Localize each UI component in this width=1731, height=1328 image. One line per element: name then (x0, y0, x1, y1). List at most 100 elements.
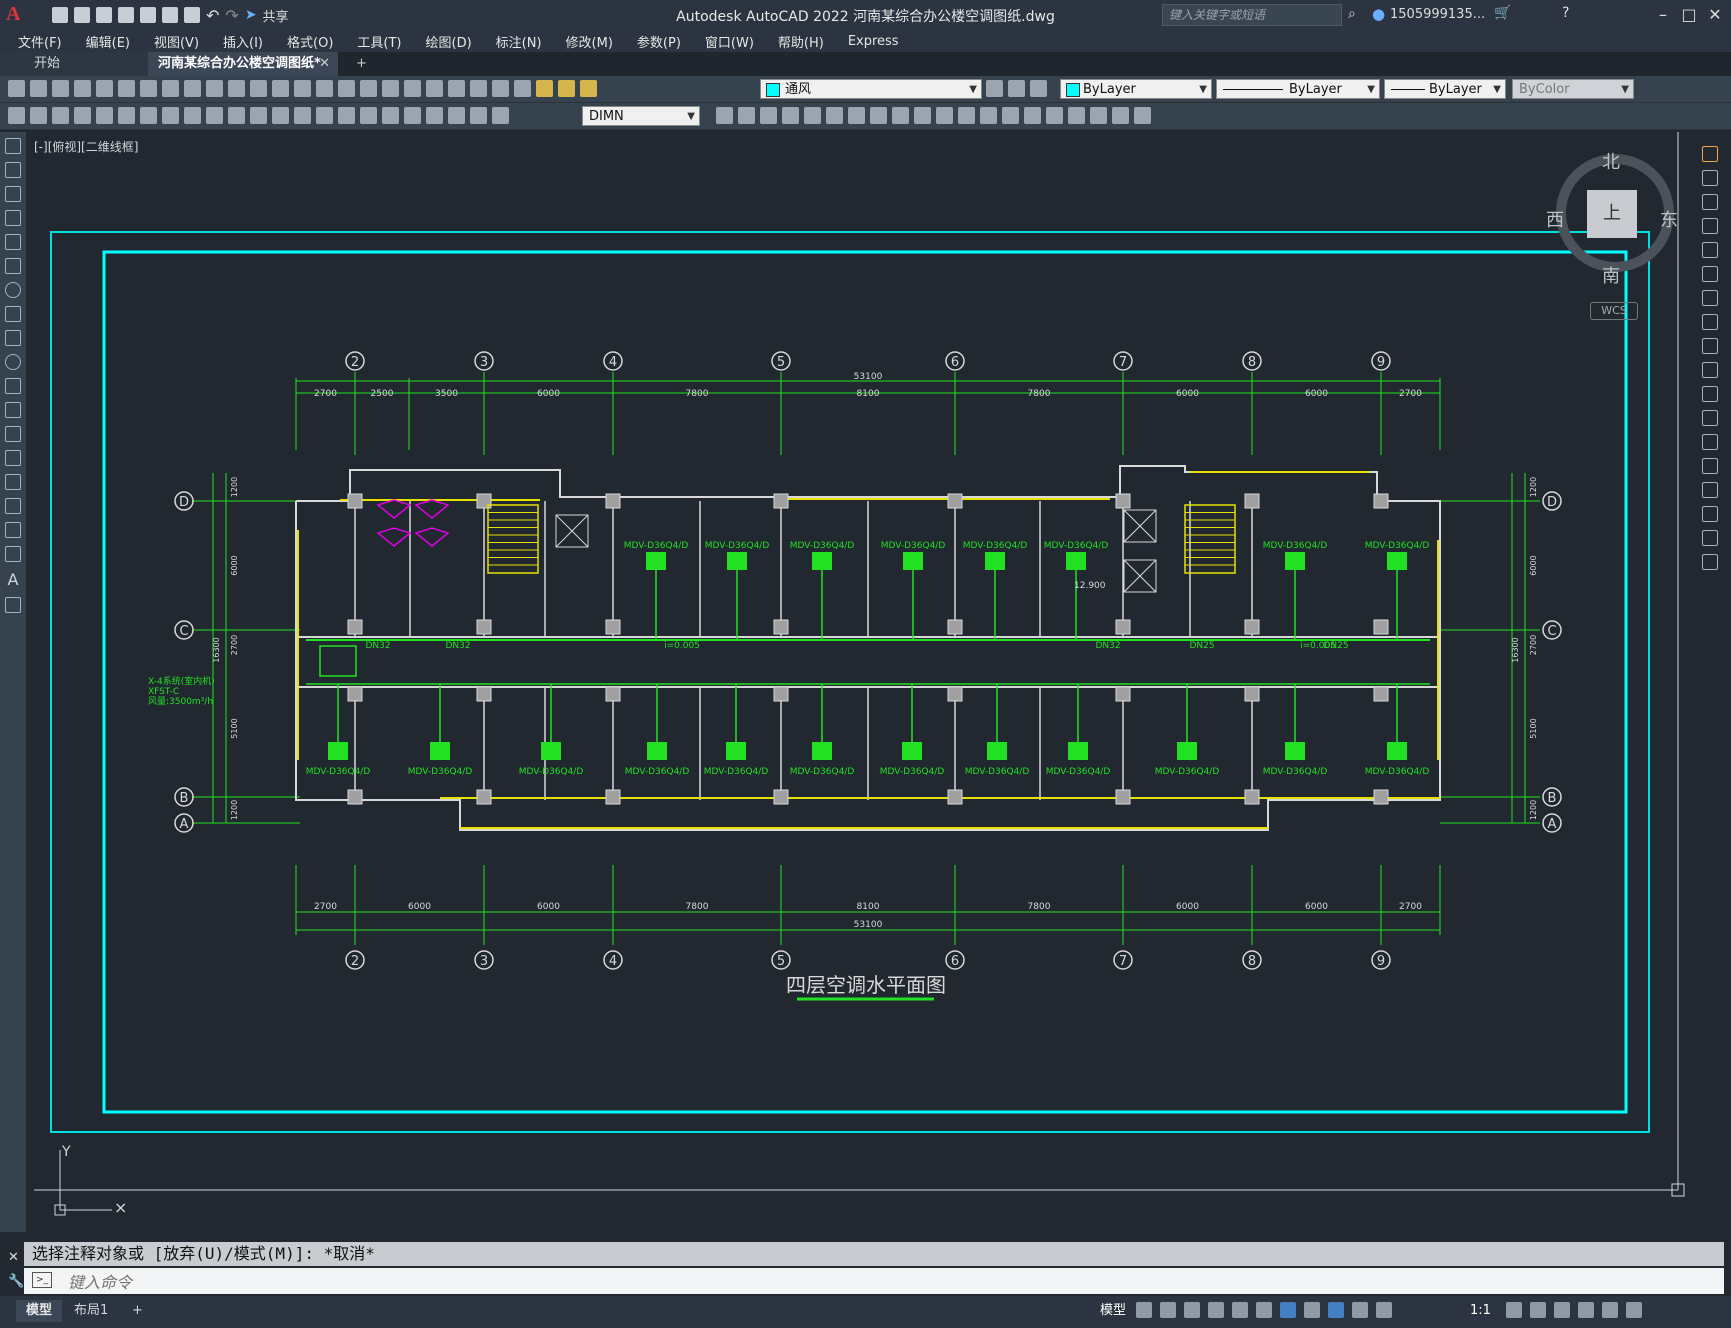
command-input[interactable] (66, 1270, 1670, 1294)
erase-icon[interactable] (1702, 146, 1718, 162)
fan-coil-unit (812, 552, 832, 570)
column (476, 619, 492, 635)
unit-label-bottom: MDV-D36Q4/D (306, 767, 371, 777)
dim-text-top: 6000 (537, 389, 560, 399)
dim-text-side-left: 2700 (230, 635, 239, 655)
chamfer-icon[interactable] (1702, 482, 1718, 498)
annotation-scale[interactable]: 1:1 (1460, 1300, 1501, 1322)
compass-south[interactable]: 南 (1602, 262, 1620, 288)
pipe-label: i=0.005 (664, 641, 700, 651)
compass-north[interactable]: 北 (1602, 148, 1620, 174)
dim-text-top: 2500 (371, 389, 394, 399)
axis-label-top: 8 (1248, 355, 1256, 370)
column (1373, 619, 1389, 635)
fan-note: X-4系统(室内机) (148, 675, 215, 687)
fan-coil-unit (1285, 742, 1305, 760)
fan-coil-unit (646, 552, 666, 570)
axis-label-left: C (179, 624, 188, 639)
fan-coil-unit (985, 552, 1005, 570)
column (1244, 619, 1260, 635)
dim-text-bottom: 2700 (1399, 902, 1422, 912)
ucs-x-label: × (114, 1198, 127, 1217)
object-snap-tracking-icon[interactable] (1256, 1302, 1272, 1318)
extend-icon[interactable] (1702, 386, 1718, 402)
wcs-menu-button[interactable]: WCS (1590, 302, 1638, 320)
selection-cycling-icon[interactable] (1352, 1302, 1368, 1318)
dim-text-bottom: 7800 (1028, 902, 1051, 912)
fan-coil-unit (541, 742, 561, 760)
unit-label-bottom: MDV-D36Q4/D (704, 767, 769, 777)
column (947, 686, 963, 702)
move-icon[interactable] (1702, 266, 1718, 282)
fan-coil-unit (1387, 742, 1407, 760)
dim-text-top: 7800 (686, 389, 709, 399)
stair (487, 504, 539, 574)
column (773, 789, 789, 805)
ortho-icon[interactable] (1184, 1302, 1200, 1318)
rotate-icon[interactable] (1702, 290, 1718, 306)
trim-icon[interactable] (1702, 362, 1718, 378)
compass-east[interactable]: 东 (1660, 206, 1678, 232)
transparency-icon[interactable] (1328, 1302, 1344, 1318)
drawing-title: 四层空调水平面图 (786, 973, 946, 997)
copy-icon[interactable] (1702, 170, 1718, 186)
grid-icon[interactable] (1136, 1302, 1152, 1318)
axis-label-bottom: 6 (951, 954, 959, 969)
break-icon[interactable] (1702, 434, 1718, 450)
close-command-icon[interactable]: ✕ (8, 1250, 19, 1265)
lineweight-icon[interactable] (1304, 1302, 1320, 1318)
clean-screen-icon[interactable] (1602, 1302, 1618, 1318)
unit-label-bottom: MDV-D36Q4/D (965, 767, 1030, 777)
elevation-mark: 12.900 (1074, 581, 1106, 591)
column (773, 686, 789, 702)
stair (1184, 504, 1236, 574)
status-bar: 模型 布局1 + 模型 1:1 (0, 1296, 1731, 1328)
mirror-icon[interactable] (1702, 194, 1718, 210)
break-at-point-icon[interactable] (1702, 410, 1718, 426)
isolate-icon[interactable] (1554, 1302, 1570, 1318)
compass-west[interactable]: 西 (1546, 206, 1564, 232)
column (1244, 493, 1260, 509)
customize-command-icon[interactable]: 🔧 (8, 1274, 24, 1289)
gear-icon[interactable] (1506, 1302, 1522, 1318)
unit-label-top: MDV-D36Q4/D (790, 541, 855, 551)
column (476, 789, 492, 805)
viewcube-top-face[interactable]: 上 (1587, 190, 1637, 238)
explode-icon[interactable] (1702, 554, 1718, 570)
offset-icon[interactable] (1702, 218, 1718, 234)
column (1373, 493, 1389, 509)
stretch-icon[interactable] (1702, 338, 1718, 354)
plus-icon[interactable] (1530, 1302, 1546, 1318)
tab-layout1[interactable]: 布局1 (64, 1300, 118, 1322)
add-layout-button[interactable]: + (122, 1300, 153, 1322)
column (947, 619, 963, 635)
unit-label-bottom: MDV-D36Q4/D (880, 767, 945, 777)
snap-icon[interactable] (1160, 1302, 1176, 1318)
polar-icon[interactable] (1208, 1302, 1224, 1318)
tab-model[interactable]: 模型 (16, 1300, 63, 1322)
model-space-button[interactable]: 模型 (1090, 1300, 1136, 1322)
unit-label-bottom: MDV-D36Q4/D (625, 767, 690, 777)
column (1373, 686, 1389, 702)
drawing-svg: Y × 2 2 3 3 4 4 5 5 6 6 7 7 8 8 9 9 53100 2700 2500 3500 600… (34, 132, 1685, 1217)
fillet-icon[interactable] (1702, 506, 1718, 522)
annotation-visibility-icon[interactable] (1376, 1302, 1392, 1318)
hardware-acceleration-icon[interactable] (1578, 1302, 1594, 1318)
customization-menu-icon[interactable] (1626, 1302, 1642, 1318)
array-icon[interactable] (1702, 242, 1718, 258)
fan-coil-unit (328, 742, 348, 760)
axis-label-top: 3 (480, 355, 488, 370)
axis-label-bottom: 4 (609, 954, 617, 969)
join-icon[interactable] (1702, 458, 1718, 474)
command-prompt-icon[interactable]: >_ (32, 1272, 52, 1288)
isodraft-icon[interactable] (1232, 1302, 1248, 1318)
object-snap-icon[interactable] (1280, 1302, 1296, 1318)
column (605, 686, 621, 702)
floor-plan: 2 2 3 3 4 4 5 5 6 6 7 7 8 8 9 9 53100 2700 2500 3500 6000 780… (148, 351, 1562, 1001)
unit-label-top: MDV-D36Q4/D (963, 541, 1028, 551)
fan-coil-unit (1068, 742, 1088, 760)
scale-icon[interactable] (1702, 314, 1718, 330)
dim-text-bottom: 2700 (314, 902, 337, 912)
restroom-fixture (376, 499, 412, 519)
blend-icon[interactable] (1702, 530, 1718, 546)
